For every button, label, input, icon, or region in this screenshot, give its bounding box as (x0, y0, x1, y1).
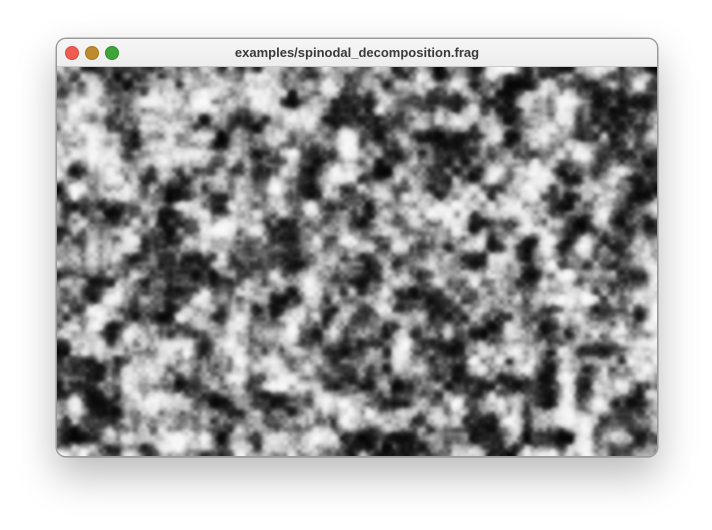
app-window: examples/spinodal_decomposition.frag (56, 38, 658, 457)
title-bar[interactable]: examples/spinodal_decomposition.frag (57, 39, 657, 67)
window-title: examples/spinodal_decomposition.frag (234, 45, 480, 60)
shader-canvas[interactable] (57, 67, 657, 456)
render-area[interactable] (57, 67, 657, 456)
